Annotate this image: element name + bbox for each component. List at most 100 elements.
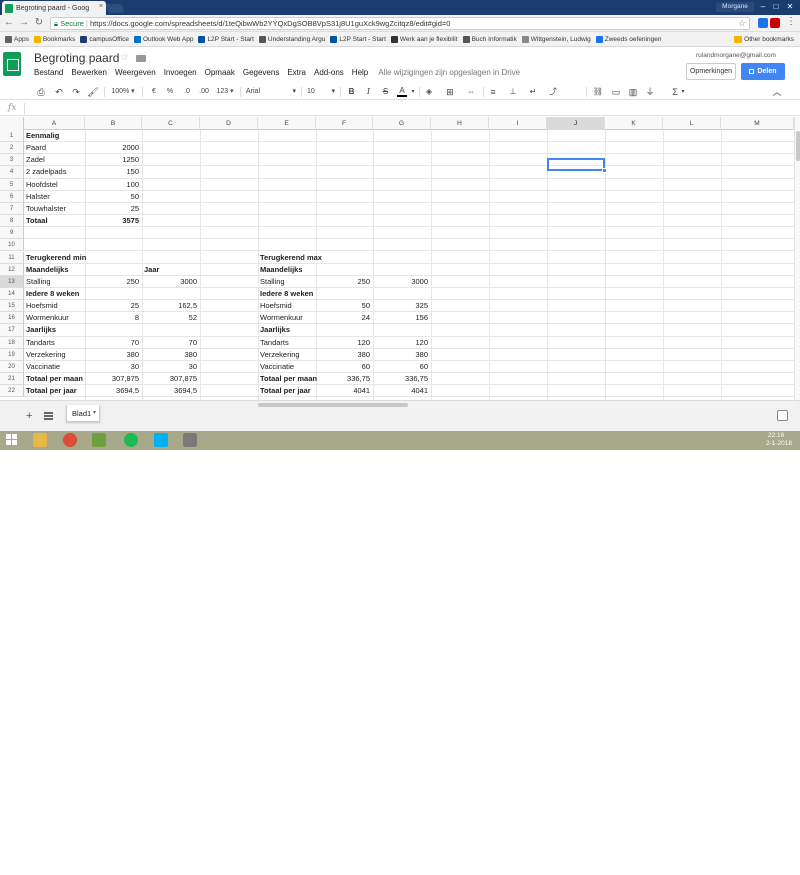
column-header[interactable]: C bbox=[142, 117, 200, 130]
row-header[interactable]: 4 bbox=[0, 166, 24, 179]
cell-b20[interactable]: 30 bbox=[85, 361, 139, 373]
bookmark-item[interactable]: L2P Start - Start bbox=[198, 35, 254, 43]
chrome-icon[interactable] bbox=[63, 433, 77, 447]
browser-menu-icon[interactable]: ⋮ bbox=[786, 16, 796, 27]
menu-gegevens[interactable]: Gegevens bbox=[243, 68, 279, 77]
cell-f18[interactable]: 120 bbox=[316, 337, 370, 349]
row-header[interactable]: 20 bbox=[0, 360, 24, 373]
selected-cell[interactable] bbox=[547, 158, 605, 171]
bookmark-item[interactable]: Buch Informatik bbox=[462, 35, 517, 43]
scroll-thumb[interactable] bbox=[258, 403, 408, 407]
cell-g18[interactable]: 120 bbox=[373, 337, 428, 349]
cell-a18[interactable]: Tandarts bbox=[26, 337, 55, 349]
app-icon[interactable] bbox=[183, 433, 197, 447]
window-close-icon[interactable]: ✕ bbox=[785, 1, 795, 12]
column-header[interactable]: J bbox=[547, 117, 605, 130]
column-header[interactable]: L bbox=[663, 117, 721, 130]
merge-cells-icon[interactable]: ⇔ bbox=[466, 86, 476, 98]
row-header[interactable]: 12 bbox=[0, 263, 24, 276]
percent-button[interactable]: % bbox=[165, 86, 175, 98]
clock-time[interactable]: 22:16 bbox=[768, 432, 784, 439]
cell-e22[interactable]: Totaal per jaar bbox=[260, 385, 311, 397]
cell-g21[interactable]: 336,75 bbox=[373, 373, 428, 385]
cell-c18[interactable]: 70 bbox=[142, 337, 197, 349]
bookmark-item[interactable]: Apps bbox=[5, 35, 29, 43]
row-header[interactable]: 14 bbox=[0, 287, 24, 301]
menu-bestand[interactable]: Bestand bbox=[34, 68, 63, 77]
cell-g22[interactable]: 4041 bbox=[373, 385, 428, 397]
row-header[interactable]: 13 bbox=[0, 275, 24, 288]
fill-handle[interactable] bbox=[602, 168, 607, 173]
bookmark-item[interactable]: Wittgenstein, Ludwig bbox=[521, 35, 591, 43]
extension-icon[interactable] bbox=[770, 18, 780, 28]
cell-b4[interactable]: 150 bbox=[85, 166, 139, 178]
cell-a11[interactable]: Terugkerend min bbox=[26, 252, 86, 264]
cell-b7[interactable]: 25 bbox=[85, 203, 139, 215]
link-icon[interactable]: ⛓︎ bbox=[592, 86, 604, 98]
cell-e13[interactable]: Stalling bbox=[260, 276, 285, 288]
clock-date[interactable]: 2-1-2018 bbox=[766, 440, 792, 447]
text-rotation-icon[interactable]: ⤴ bbox=[548, 86, 558, 98]
user-email[interactable]: rulandmorgane@gmail.com bbox=[696, 52, 776, 59]
volume-icon[interactable]: ◁ bbox=[750, 867, 755, 875]
column-header[interactable]: I bbox=[489, 117, 547, 130]
select-all-corner[interactable] bbox=[0, 117, 24, 130]
sheet-tab[interactable]: Blad1 ▾ bbox=[66, 405, 100, 422]
star-icon[interactable]: ☆ bbox=[120, 52, 129, 63]
keyboard-icon[interactable]: ⌨︎ bbox=[678, 867, 688, 875]
cell-b3[interactable]: 1250 bbox=[85, 154, 139, 166]
cell-e11[interactable]: Terugkerend max bbox=[260, 252, 322, 264]
cell-a7[interactable]: Touwhalster bbox=[26, 203, 66, 215]
redo-icon[interactable]: ↷ bbox=[70, 86, 82, 98]
borders-icon[interactable]: ⊞ bbox=[445, 86, 455, 98]
close-tab-icon[interactable]: × bbox=[99, 3, 103, 10]
address-bar[interactable]: 🔒︎ Secure | https://docs.google.com/spre… bbox=[50, 17, 750, 30]
row-header[interactable]: 19 bbox=[0, 348, 24, 361]
cell-e16[interactable]: Wormenkuur bbox=[260, 312, 303, 324]
cell-a19[interactable]: Verzekering bbox=[26, 349, 66, 361]
formula-bar[interactable]: fx bbox=[0, 101, 800, 116]
column-header[interactable]: D bbox=[200, 117, 258, 130]
column-header[interactable]: A bbox=[24, 117, 85, 130]
cell-a4[interactable]: 2 zadelpads bbox=[26, 166, 66, 178]
increase-decimal-button[interactable]: .00 bbox=[197, 86, 211, 98]
cell-e14[interactable]: Iedere 8 weken bbox=[260, 288, 313, 300]
cell-a1[interactable]: Eenmalig bbox=[26, 130, 59, 142]
zoom-select[interactable]: 100% ▾ bbox=[110, 86, 136, 98]
italic-button[interactable]: I bbox=[364, 86, 373, 98]
cell-b16[interactable]: 8 bbox=[85, 312, 139, 324]
column-header[interactable]: E bbox=[258, 117, 316, 130]
cell-f15[interactable]: 50 bbox=[316, 300, 370, 312]
cell-e19[interactable]: Verzekering bbox=[260, 349, 300, 361]
cell-a21[interactable]: Totaal per maan bbox=[26, 373, 83, 385]
cell-b5[interactable]: 100 bbox=[85, 179, 139, 191]
row-header[interactable]: 10 bbox=[0, 239, 24, 252]
sheets-logo-icon[interactable] bbox=[3, 52, 21, 76]
filter-icon[interactable]: ⏚ bbox=[645, 86, 655, 98]
cell-b22[interactable]: 3694,5 bbox=[85, 385, 139, 397]
back-icon[interactable]: ← bbox=[3, 17, 15, 29]
vertical-scrollbar[interactable] bbox=[794, 117, 800, 400]
document-title[interactable]: Begroting paard bbox=[34, 51, 119, 65]
maximize-icon[interactable]: □ bbox=[771, 1, 781, 12]
cell-a15[interactable]: Hoefsmid bbox=[26, 300, 58, 312]
row-header[interactable]: 1 bbox=[0, 130, 24, 143]
row-header[interactable]: 7 bbox=[0, 202, 24, 216]
cell-f16[interactable]: 24 bbox=[316, 312, 370, 324]
menu-add-ons[interactable]: Add-ons bbox=[314, 68, 344, 77]
cell-a3[interactable]: Zadel bbox=[26, 154, 45, 166]
cell-f22[interactable]: 4041 bbox=[316, 385, 370, 397]
functions-icon[interactable]: Σ bbox=[670, 86, 680, 98]
cell-f20[interactable]: 60 bbox=[316, 361, 370, 373]
cell-b19[interactable]: 380 bbox=[85, 349, 139, 361]
bookmark-item[interactable]: L2P Start - Start bbox=[330, 35, 386, 43]
cell-a2[interactable]: Paard bbox=[26, 142, 46, 154]
spotify-icon[interactable] bbox=[124, 433, 138, 447]
column-header[interactable]: M bbox=[721, 117, 794, 130]
menu-invoegen[interactable]: Invoegen bbox=[164, 68, 197, 77]
strikethrough-button[interactable]: S bbox=[381, 86, 390, 98]
cell-f19[interactable]: 380 bbox=[316, 349, 370, 361]
row-header[interactable]: 8 bbox=[0, 215, 24, 228]
cell-b21[interactable]: 307,875 bbox=[85, 373, 139, 385]
chart-icon[interactable]: ▥ bbox=[628, 86, 638, 98]
